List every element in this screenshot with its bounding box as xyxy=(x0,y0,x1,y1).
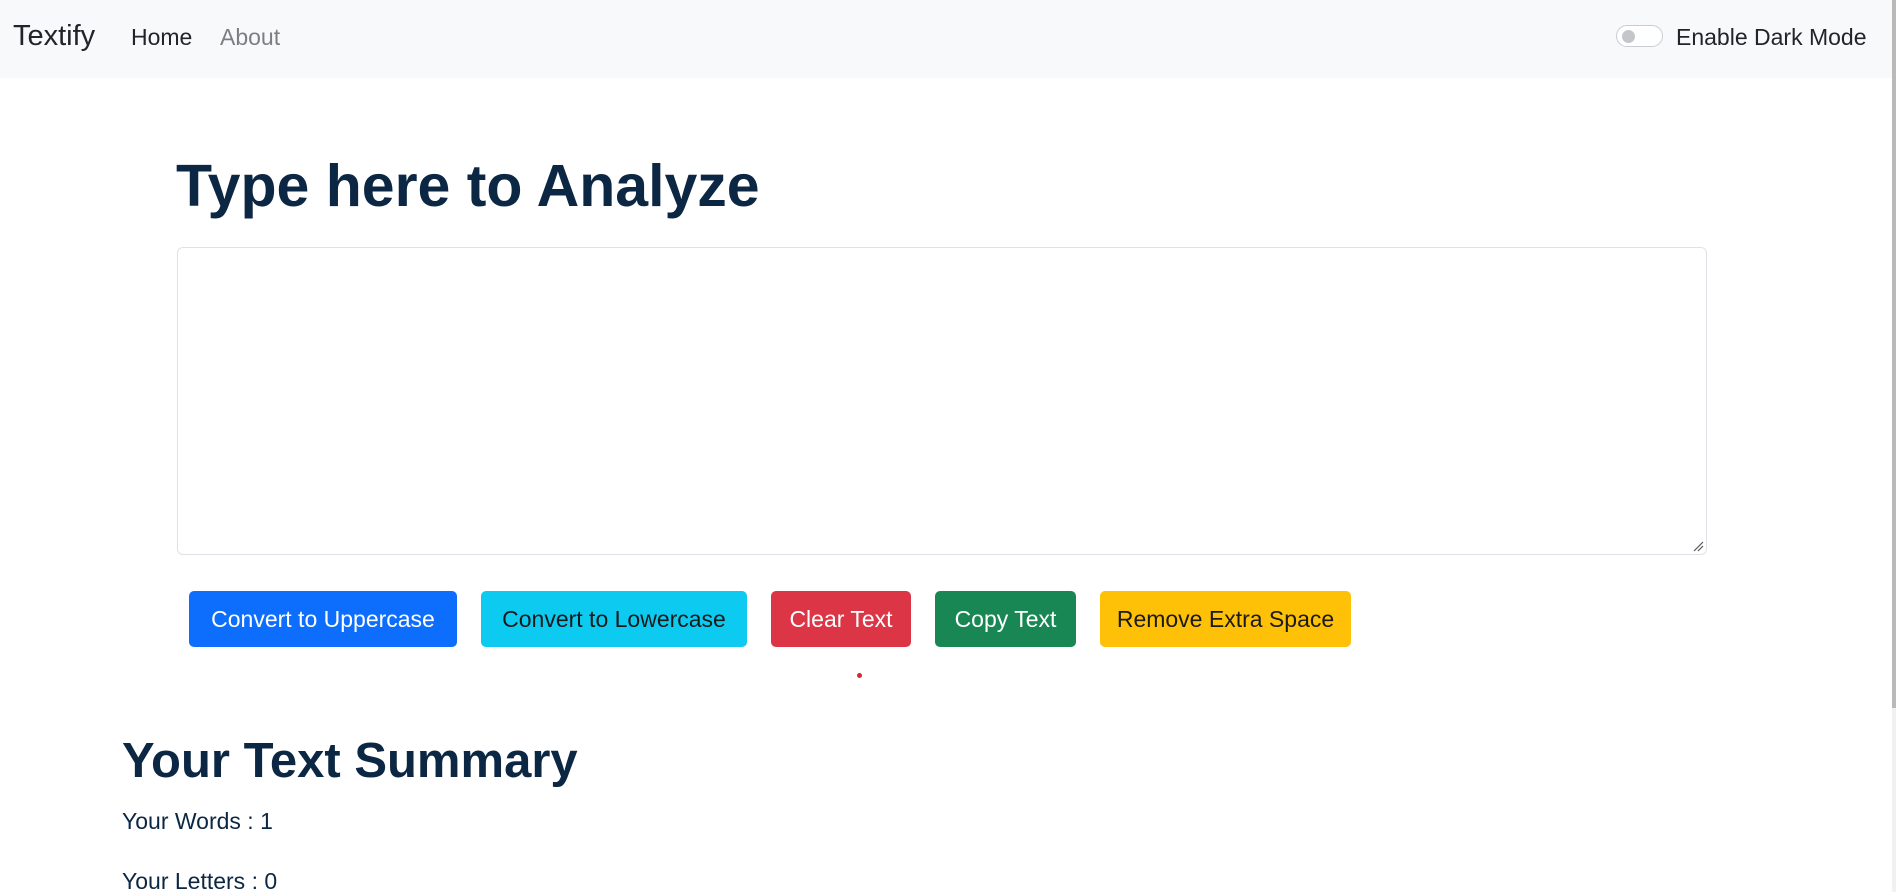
scrollbar-thumb[interactable] xyxy=(1892,0,1896,708)
nav-link-about[interactable]: About xyxy=(220,24,280,51)
clear-text-button[interactable]: Clear Text xyxy=(771,591,911,647)
resize-grip-icon[interactable] xyxy=(1692,540,1704,552)
navbar: Textify Home About Enable Dark Mode xyxy=(0,0,1892,78)
letter-count: Your Letters : 0 xyxy=(122,868,278,892)
text-input-area[interactable] xyxy=(177,247,1707,555)
nav-link-home[interactable]: Home xyxy=(131,24,192,51)
page-title: Type here to Analyze xyxy=(176,153,760,219)
dark-mode-toggle[interactable] xyxy=(1616,25,1663,47)
convert-uppercase-button[interactable]: Convert to Uppercase xyxy=(189,591,457,647)
page: Textify Home About Enable Dark Mode Type… xyxy=(0,0,1896,892)
cursor-dot xyxy=(857,673,862,678)
convert-lowercase-button[interactable]: Convert to Lowercase xyxy=(481,591,747,647)
dark-mode-label[interactable]: Enable Dark Mode xyxy=(1676,24,1867,51)
summary-title: Your Text Summary xyxy=(122,734,578,788)
toggle-knob xyxy=(1622,29,1635,43)
brand-logo[interactable]: Textify xyxy=(13,20,95,53)
copy-text-button[interactable]: Copy Text xyxy=(935,591,1076,647)
word-count: Your Words : 1 xyxy=(122,808,273,834)
remove-extra-space-button[interactable]: Remove Extra Space xyxy=(1100,591,1351,647)
scrollbar[interactable] xyxy=(1892,0,1896,892)
